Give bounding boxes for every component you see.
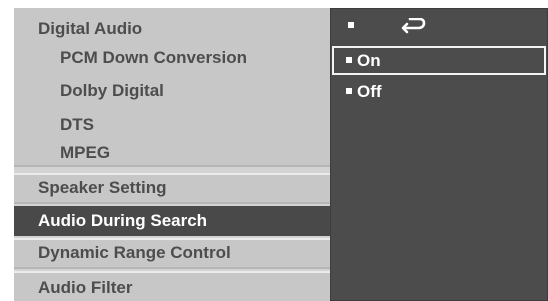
option-off-label: Off bbox=[357, 82, 382, 101]
option-bullet-icon bbox=[346, 57, 352, 63]
submenu-bullet-icon bbox=[348, 22, 354, 28]
option-on-label: On bbox=[357, 51, 381, 70]
menu-item-dynamic-range-control[interactable]: Dynamic Range Control bbox=[38, 243, 231, 263]
option-off[interactable]: Off bbox=[346, 82, 382, 102]
menu-item-mpeg[interactable]: MPEG bbox=[60, 143, 110, 163]
main-menu-panel: Digital Audio PCM Down Conversion Dolby … bbox=[14, 8, 330, 301]
menu-item-pcm-down-conversion[interactable]: PCM Down Conversion bbox=[60, 48, 247, 68]
menu-item-dolby-digital[interactable]: Dolby Digital bbox=[60, 81, 164, 101]
submenu-panel: On Off bbox=[330, 8, 548, 301]
menu-item-digital-audio[interactable]: Digital Audio bbox=[38, 19, 142, 39]
dvd-setup-menu: Digital Audio PCM Down Conversion Dolby … bbox=[14, 8, 548, 301]
submenu-top-row bbox=[330, 8, 548, 46]
option-bullet-icon bbox=[346, 88, 352, 94]
return-icon[interactable] bbox=[400, 18, 428, 36]
option-on[interactable]: On bbox=[346, 51, 381, 71]
menu-item-speaker-setting[interactable]: Speaker Setting bbox=[38, 178, 167, 198]
menu-item-audio-during-search[interactable]: Audio During Search bbox=[38, 211, 207, 231]
menu-item-dts[interactable]: DTS bbox=[60, 115, 94, 135]
menu-item-audio-filter[interactable]: Audio Filter bbox=[38, 278, 132, 298]
